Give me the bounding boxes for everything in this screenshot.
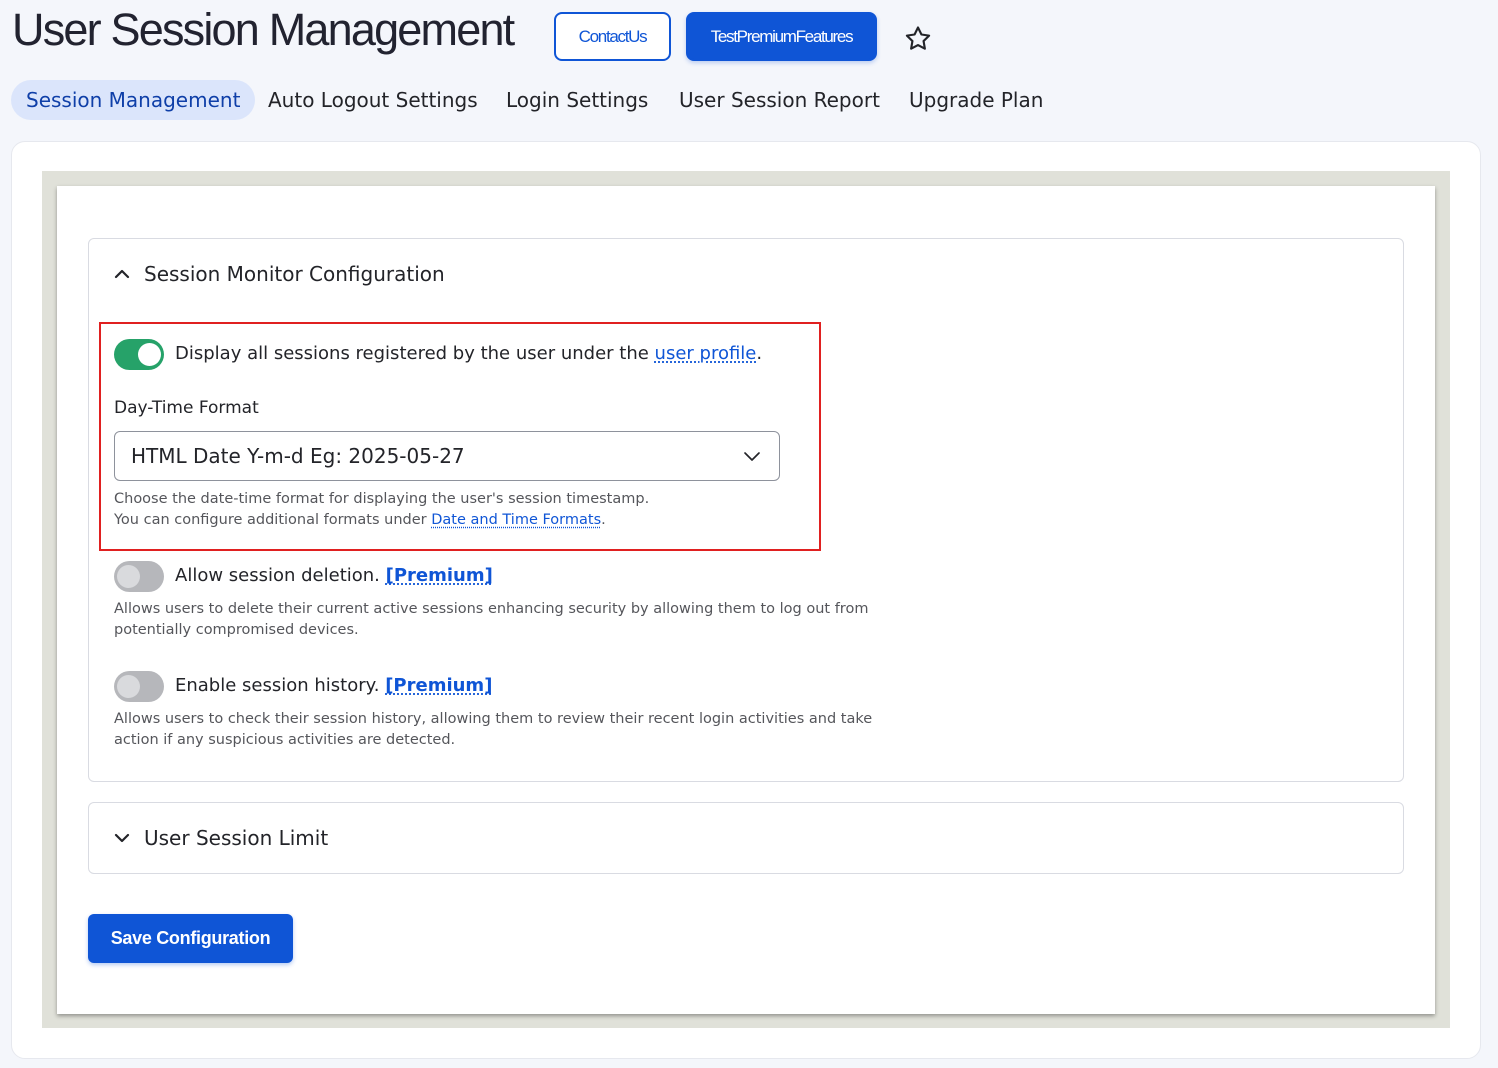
tab-upgrade-plan[interactable]: Upgrade Plan <box>909 80 1043 120</box>
description-line: Allows users to delete their current act… <box>114 601 869 617</box>
session-deletion-label: Allow session deletion. [Premium] <box>175 565 493 586</box>
test-premium-features-button[interactable]: TestPremiumFeatures <box>686 12 877 61</box>
help-line-2-text: You can configure additional formats und… <box>114 512 432 528</box>
page-title: User Session Management <box>12 4 515 55</box>
day-time-format-value: HTML Date Y-m-d Eg: 2025-05-27 <box>131 444 465 468</box>
session-history-toggle[interactable] <box>114 671 164 702</box>
description-line: action if any suspicious activities are … <box>114 732 456 748</box>
user-session-limit-summary[interactable]: User Session Limit <box>112 824 328 852</box>
user-session-limit-title: User Session Limit <box>144 826 329 850</box>
display-sessions-text: Display all sessions registered by the u… <box>175 343 655 364</box>
tab-auto-logout-settings[interactable]: Auto Logout Settings <box>268 80 478 120</box>
day-time-format-label: Day-Time Format <box>114 398 259 418</box>
toggle-knob <box>138 343 161 366</box>
chevron-down-icon <box>114 833 130 843</box>
session-history-label: Enable session history. [Premium] <box>175 675 492 696</box>
session-deletion-description: Allows users to delete their current act… <box>114 599 868 641</box>
contact-us-button[interactable]: ContactUs <box>554 12 671 61</box>
chevron-down-icon <box>744 452 760 461</box>
day-time-format-help: Choose the date-time format for displayi… <box>114 489 649 531</box>
day-time-format-select[interactable]: HTML Date Y-m-d Eg: 2025-05-27 <box>114 431 780 481</box>
premium-link[interactable]: [Premium] <box>385 675 492 696</box>
tab-user-session-report[interactable]: User Session Report <box>679 80 880 120</box>
chevron-up-icon <box>114 269 130 279</box>
toggle-knob <box>117 675 140 698</box>
session-deletion-text: Allow session deletion. <box>175 565 386 586</box>
help-line-2: You can configure additional formats und… <box>114 510 649 531</box>
display-sessions-suffix: . <box>756 343 763 364</box>
toggle-knob <box>117 565 140 588</box>
date-time-formats-link[interactable]: Date and Time Formats <box>431 512 601 528</box>
session-monitor-summary[interactable]: Session Monitor Configuration <box>112 260 445 288</box>
save-configuration-button[interactable]: Save Configuration <box>88 914 293 963</box>
display-sessions-label: Display all sessions registered by the u… <box>175 343 762 364</box>
description-line: Allows users to check their session hist… <box>114 711 873 727</box>
star-icon[interactable] <box>903 24 933 54</box>
user-profile-link[interactable]: user profile <box>655 343 757 364</box>
display-sessions-toggle[interactable] <box>114 339 164 370</box>
session-deletion-toggle[interactable] <box>114 561 164 592</box>
tab-login-settings[interactable]: Login Settings <box>506 80 648 120</box>
premium-link[interactable]: [Premium] <box>386 565 493 586</box>
session-history-text: Enable session history. <box>175 675 386 696</box>
help-line-2-suffix: . <box>601 512 606 528</box>
help-line-1: Choose the date-time format for displayi… <box>114 491 650 507</box>
tab-session-management[interactable]: Session Management <box>11 80 256 120</box>
session-history-description: Allows users to check their session hist… <box>114 709 872 751</box>
description-line: potentially compromised devices. <box>114 622 359 638</box>
session-monitor-title: Session Monitor Configuration <box>144 262 445 286</box>
